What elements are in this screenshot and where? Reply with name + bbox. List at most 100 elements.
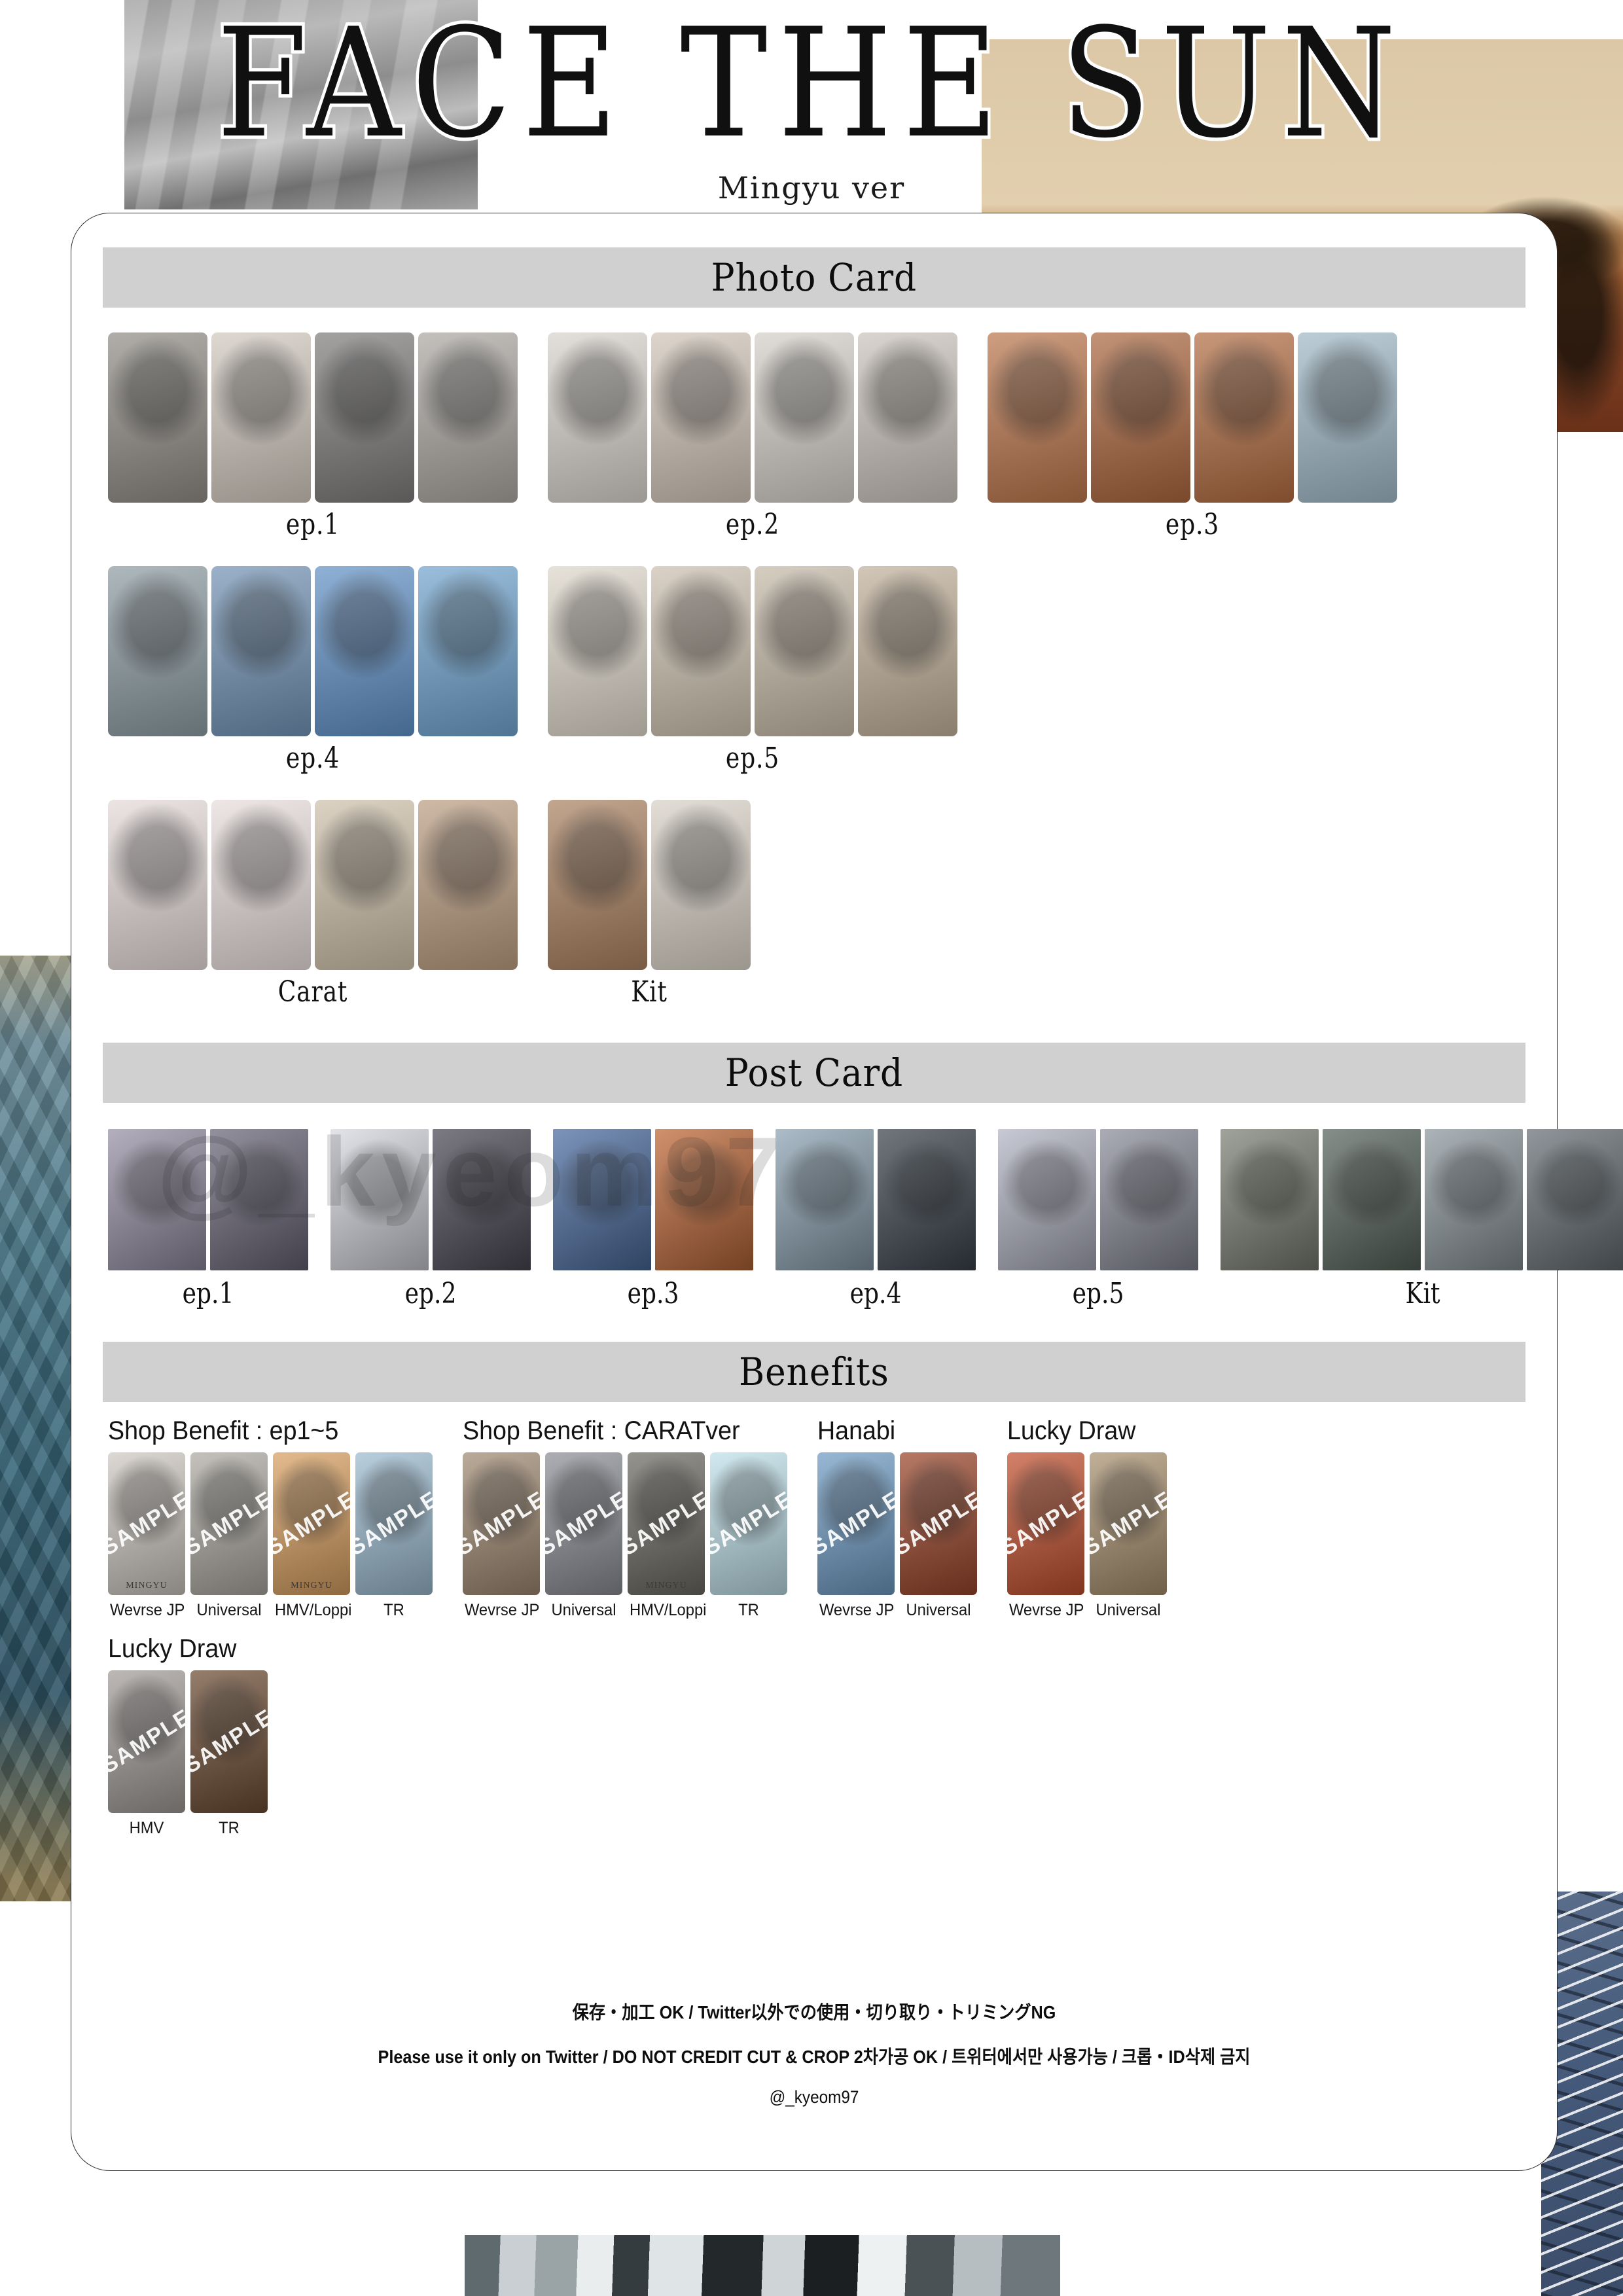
- benefit-item: SAMPLE HMV: [108, 1670, 185, 1838]
- photo-card-group-ep3: ep.3: [988, 332, 1397, 541]
- photo-card[interactable]: [651, 566, 751, 736]
- photo-card[interactable]: [315, 332, 414, 503]
- post-card[interactable]: [1221, 1129, 1319, 1270]
- post-card-group-ep4: ep.4: [776, 1129, 976, 1310]
- photo-card[interactable]: [651, 332, 751, 503]
- photo-card[interactable]: [211, 566, 311, 736]
- photo-card-group-ep2: ep.2: [548, 332, 957, 541]
- photo-card[interactable]: [1298, 332, 1397, 503]
- benefit-card[interactable]: SAMPLE: [190, 1452, 268, 1595]
- post-card[interactable]: [433, 1129, 531, 1270]
- post-card-list: [776, 1129, 976, 1270]
- post-card[interactable]: [1527, 1129, 1623, 1270]
- benefit-shop-label: TR: [219, 1819, 240, 1837]
- sample-watermark: SAMPLE: [463, 1486, 540, 1561]
- photo-card[interactable]: [858, 332, 957, 503]
- post-card-group-label: ep.1: [182, 1277, 234, 1310]
- photo-card[interactable]: [315, 566, 414, 736]
- photo-card[interactable]: [858, 566, 957, 736]
- benefit-group-title: Shop Benefit : ep1~5: [108, 1416, 339, 1445]
- photo-card-list: [108, 800, 518, 970]
- benefit-item: SAMPLE Universal: [1090, 1452, 1167, 1620]
- benefit-card[interactable]: SAMPLE MINGYU: [108, 1452, 185, 1595]
- photo-card[interactable]: [755, 566, 854, 736]
- sample-watermark: SAMPLE: [1090, 1486, 1167, 1561]
- benefit-card[interactable]: SAMPLE MINGYU: [628, 1452, 705, 1595]
- benefit-item: SAMPLE TR: [710, 1452, 787, 1620]
- sample-watermark: SAMPLE: [545, 1486, 622, 1561]
- benefit-card[interactable]: SAMPLE: [545, 1452, 622, 1595]
- photo-card[interactable]: [651, 800, 751, 970]
- photo-card[interactable]: [108, 800, 207, 970]
- benefits-grid: Shop Benefit : ep1~5 SAMPLE MINGYU Wevrse J…: [71, 1416, 1557, 1838]
- photo-card-group-label: ep.3: [1165, 508, 1220, 541]
- benefit-card[interactable]: SAMPLE: [900, 1452, 977, 1595]
- photo-card[interactable]: [1194, 332, 1294, 503]
- benefit-shop-label: Wevrse JP: [1008, 1601, 1084, 1619]
- benefit-card[interactable]: SAMPLE: [355, 1452, 433, 1595]
- photo-card[interactable]: [548, 332, 647, 503]
- photo-card[interactable]: [211, 332, 311, 503]
- post-card[interactable]: [108, 1129, 206, 1270]
- sample-watermark: SAMPLE: [628, 1486, 705, 1561]
- benefit-card[interactable]: SAMPLE: [817, 1452, 895, 1595]
- sample-watermark: SAMPLE: [710, 1486, 787, 1561]
- benefit-card[interactable]: SAMPLE: [108, 1670, 185, 1813]
- post-card[interactable]: [1425, 1129, 1523, 1270]
- section-title-photo-card: Photo Card: [711, 255, 918, 300]
- benefit-card[interactable]: SAMPLE: [710, 1452, 787, 1595]
- photo-card[interactable]: [315, 800, 414, 970]
- photo-card-list: [108, 332, 518, 503]
- post-card[interactable]: [776, 1129, 874, 1270]
- sample-watermark: SAMPLE: [817, 1486, 895, 1561]
- post-card[interactable]: [553, 1129, 651, 1270]
- post-card[interactable]: [998, 1129, 1096, 1270]
- post-card-grid: ep.1 ep.2 ep.3 ep.4 ep.5 Kit: [71, 1129, 1623, 1310]
- photo-card[interactable]: [548, 800, 647, 970]
- post-card[interactable]: [1323, 1129, 1421, 1270]
- post-card-row: ep.1 ep.2 ep.3 ep.4 ep.5 Kit: [71, 1129, 1623, 1310]
- post-card[interactable]: [330, 1129, 429, 1270]
- photo-card-list: [548, 332, 957, 503]
- benefit-shop-label: Universal: [196, 1601, 262, 1619]
- benefit-item: SAMPLE MINGYU Wevrse JP: [108, 1452, 185, 1620]
- benefit-card[interactable]: SAMPLE: [1090, 1452, 1167, 1595]
- post-card[interactable]: [655, 1129, 753, 1270]
- benefit-shop-label: Wevrse JP: [109, 1601, 185, 1619]
- photo-card[interactable]: [755, 332, 854, 503]
- photo-card[interactable]: [1091, 332, 1190, 503]
- benefit-card[interactable]: SAMPLE: [463, 1452, 540, 1595]
- post-card-list: [108, 1129, 308, 1270]
- photo-card-list: [108, 566, 518, 736]
- benefit-item: SAMPLE Wevrse JP: [1007, 1452, 1084, 1620]
- benefit-card[interactable]: SAMPLE MINGYU: [273, 1452, 350, 1595]
- photo-card-group-label: ep.2: [725, 508, 780, 541]
- photo-card[interactable]: [548, 566, 647, 736]
- post-card-group-ep3: ep.3: [553, 1129, 753, 1310]
- photo-card[interactable]: [418, 800, 518, 970]
- section-title-benefits: Benefits: [739, 1350, 889, 1394]
- benefit-group-title: Lucky Draw: [108, 1634, 237, 1663]
- photo-card-group-carat: Carat: [108, 800, 518, 1009]
- photo-card[interactable]: [211, 800, 311, 970]
- photo-card[interactable]: [418, 332, 518, 503]
- sample-watermark: SAMPLE: [108, 1704, 185, 1779]
- post-card[interactable]: [878, 1129, 976, 1270]
- photo-card[interactable]: [108, 566, 207, 736]
- benefit-card[interactable]: SAMPLE: [190, 1670, 268, 1813]
- benefit-shop-label: HMV: [129, 1819, 164, 1837]
- benefit-group-shopbenefitcaratver: Shop Benefit : CARATver SAMPLE Wevrse JP SA…: [463, 1416, 787, 1620]
- benefit-card[interactable]: SAMPLE: [1007, 1452, 1084, 1595]
- benefit-item: SAMPLE Universal: [545, 1452, 622, 1620]
- photo-card-group-ep4: ep.4: [108, 566, 518, 775]
- photo-card[interactable]: [988, 332, 1087, 503]
- photo-card[interactable]: [108, 332, 207, 503]
- post-card-group-ep2: ep.2: [330, 1129, 531, 1310]
- photo-card-row: Carat Kit: [108, 800, 1520, 1009]
- post-card-list: [553, 1129, 753, 1270]
- post-card[interactable]: [1100, 1129, 1198, 1270]
- photo-card[interactable]: [418, 566, 518, 736]
- benefit-shop-label: Universal: [1096, 1601, 1161, 1619]
- sample-watermark: SAMPLE: [273, 1486, 350, 1561]
- post-card[interactable]: [210, 1129, 308, 1270]
